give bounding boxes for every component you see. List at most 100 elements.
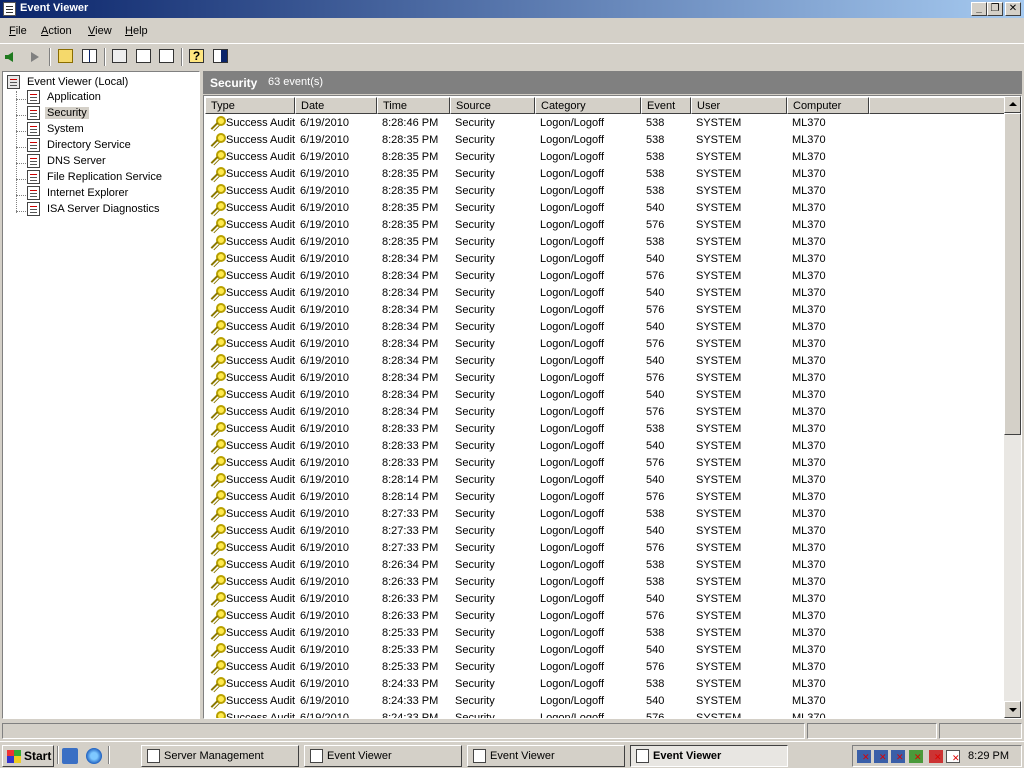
table-row[interactable]: Success Audit 6/19/2010 8:28:35 PM Security… <box>204 132 1006 149</box>
minimize-button[interactable]: _ <box>971 2 987 16</box>
table-row[interactable]: Success Audit 6/19/2010 8:26:33 PM Security… <box>204 591 1006 608</box>
scroll-thumb[interactable] <box>1004 113 1021 435</box>
table-row[interactable]: Success Audit 6/19/2010 8:27:33 PM Security… <box>204 506 1006 523</box>
menu-file[interactable]: File <box>9 25 27 37</box>
column-header-event[interactable]: Event <box>641 97 691 114</box>
table-row[interactable]: Success Audit 6/19/2010 8:28:34 PM Security… <box>204 387 1006 404</box>
taskbar-button-event-viewer-1[interactable]: Event Viewer <box>304 745 462 767</box>
table-row[interactable]: Success Audit 6/19/2010 8:28:14 PM Security… <box>204 489 1006 506</box>
cell-date: 6/19/2010 <box>300 661 349 673</box>
key-icon <box>209 405 226 420</box>
table-row[interactable]: Success Audit 6/19/2010 8:25:33 PM Security… <box>204 642 1006 659</box>
taskbar-button-event-viewer-active[interactable]: Event Viewer <box>630 745 788 767</box>
table-row[interactable]: Success Audit 6/19/2010 8:26:33 PM Security… <box>204 608 1006 625</box>
table-row[interactable]: Success Audit 6/19/2010 8:28:35 PM Security… <box>204 200 1006 217</box>
network-disconnected-icon[interactable] <box>891 750 905 763</box>
show-hide-action-pane-button[interactable] <box>211 47 231 67</box>
scroll-up-button[interactable] <box>1004 96 1021 113</box>
table-row[interactable]: Success Audit 6/19/2010 8:28:34 PM Security… <box>204 404 1006 421</box>
table-row[interactable]: Success Audit 6/19/2010 8:28:35 PM Security… <box>204 234 1006 251</box>
table-row[interactable]: Success Audit 6/19/2010 8:28:34 PM Security… <box>204 251 1006 268</box>
taskbar-button-server-management[interactable]: Server Management <box>141 745 299 767</box>
cell-time: 8:28:33 PM <box>382 440 439 452</box>
column-header-type[interactable]: Type <box>205 97 295 114</box>
column-header-time[interactable]: Time <box>377 97 450 114</box>
export-list-button[interactable] <box>157 47 177 67</box>
vertical-scrollbar[interactable] <box>1004 96 1021 718</box>
show-desktop-icon[interactable] <box>62 748 78 764</box>
table-row[interactable]: Success Audit 6/19/2010 8:28:34 PM Security… <box>204 285 1006 302</box>
cell-category: Logon/Logoff <box>540 355 605 367</box>
network-disconnected-icon[interactable] <box>857 750 871 763</box>
internet-explorer-icon[interactable] <box>86 748 102 764</box>
menu-action[interactable]: Action <box>41 25 72 37</box>
cell-category: Logon/Logoff <box>540 695 605 707</box>
up-one-level-button[interactable] <box>56 47 76 67</box>
column-header-source[interactable]: Source <box>450 97 535 114</box>
show-hide-tree-button[interactable] <box>80 47 100 67</box>
forward-button[interactable] <box>25 47 45 67</box>
table-row[interactable]: Success Audit 6/19/2010 8:27:33 PM Security… <box>204 523 1006 540</box>
restore-button[interactable]: ❐ <box>987 2 1003 16</box>
column-header-date[interactable]: Date <box>295 97 377 114</box>
table-row[interactable]: Success Audit 6/19/2010 8:28:34 PM Security… <box>204 336 1006 353</box>
table-row[interactable]: Success Audit 6/19/2010 8:28:34 PM Security… <box>204 370 1006 387</box>
table-row[interactable]: Success Audit 6/19/2010 8:28:33 PM Security… <box>204 421 1006 438</box>
table-row[interactable]: Success Audit 6/19/2010 8:27:33 PM Security… <box>204 540 1006 557</box>
clock[interactable]: 8:29 PM <box>968 750 1009 762</box>
column-header-user[interactable]: User <box>691 97 787 114</box>
table-row[interactable]: Success Audit 6/19/2010 8:28:33 PM Security… <box>204 455 1006 472</box>
tree-item-directory-service[interactable]: Directory Service <box>27 138 133 154</box>
tree-item-dns-server[interactable]: DNS Server <box>27 154 108 170</box>
table-row[interactable]: Success Audit 6/19/2010 8:26:33 PM Security… <box>204 574 1006 591</box>
network-disconnected-icon[interactable] <box>874 750 888 763</box>
table-row[interactable]: Success Audit 6/19/2010 8:28:35 PM Security… <box>204 166 1006 183</box>
refresh-button[interactable] <box>134 47 154 67</box>
help-button[interactable]: ? <box>187 47 207 67</box>
cell-type: Success Audit <box>226 423 296 435</box>
start-button[interactable]: Start <box>2 745 54 767</box>
taskbar-button-event-viewer-2[interactable]: Event Viewer <box>467 745 625 767</box>
tree-item-system[interactable]: System <box>27 122 86 138</box>
table-row[interactable]: Success Audit 6/19/2010 8:28:35 PM Security… <box>204 149 1006 166</box>
table-row[interactable]: Success Audit 6/19/2010 8:28:34 PM Security… <box>204 302 1006 319</box>
close-button[interactable]: ✕ <box>1005 2 1021 16</box>
volume-icon[interactable] <box>946 750 960 764</box>
column-header-computer[interactable]: Computer <box>787 97 869 114</box>
alert-icon[interactable] <box>929 750 943 763</box>
scroll-down-button[interactable] <box>1004 701 1021 718</box>
properties-button[interactable] <box>110 47 130 67</box>
cell-time: 8:28:34 PM <box>382 389 439 401</box>
tree-item-file-replication-service[interactable]: File Replication Service <box>27 170 164 186</box>
event-viewer-app-icon[interactable] <box>3 2 16 16</box>
table-row[interactable]: Success Audit 6/19/2010 8:28:35 PM Security… <box>204 217 1006 234</box>
table-row[interactable]: Success Audit 6/19/2010 8:24:33 PM Security… <box>204 676 1006 693</box>
back-button[interactable] <box>3 47 23 67</box>
table-row[interactable]: Success Audit 6/19/2010 8:28:35 PM Security… <box>204 183 1006 200</box>
table-row[interactable]: Success Audit 6/19/2010 8:28:34 PM Security… <box>204 353 1006 370</box>
tree-item-isa-server-diagnostics[interactable]: ISA Server Diagnostics <box>27 202 162 218</box>
column-header-category[interactable]: Category <box>535 97 641 114</box>
table-row[interactable]: Success Audit 6/19/2010 8:26:34 PM Security… <box>204 557 1006 574</box>
menu-help[interactable]: Help <box>125 25 148 37</box>
cell-event: 540 <box>646 389 665 401</box>
table-row[interactable]: Success Audit 6/19/2010 8:25:33 PM Security… <box>204 659 1006 676</box>
table-row[interactable]: Success Audit 6/19/2010 8:28:34 PM Security… <box>204 268 1006 285</box>
table-row[interactable]: Success Audit 6/19/2010 8:28:34 PM Security… <box>204 319 1006 336</box>
table-row[interactable]: Success Audit 6/19/2010 8:24:33 PM Security… <box>204 710 1006 718</box>
cell-category: Logon/Logoff <box>540 287 605 299</box>
tree-item-security[interactable]: Security <box>27 106 89 122</box>
event-log-icon <box>27 138 40 152</box>
tree-item-internet-explorer[interactable]: Internet Explorer <box>27 186 130 202</box>
table-row[interactable]: Success Audit 6/19/2010 8:25:33 PM Security… <box>204 625 1006 642</box>
menu-view[interactable]: View <box>88 25 112 37</box>
cell-event: 538 <box>646 508 665 520</box>
security-shield-icon[interactable] <box>909 750 923 763</box>
tree-root-event-viewer[interactable]: Event Viewer (Local) <box>7 75 130 91</box>
table-row[interactable]: Success Audit 6/19/2010 8:28:14 PM Security… <box>204 472 1006 489</box>
table-row[interactable]: Success Audit 6/19/2010 8:28:33 PM Security… <box>204 438 1006 455</box>
tree-item-application[interactable]: Application <box>27 90 103 106</box>
table-row[interactable]: Success Audit 6/19/2010 8:28:46 PM Security… <box>204 115 1006 132</box>
table-row[interactable]: Success Audit 6/19/2010 8:24:33 PM Security… <box>204 693 1006 710</box>
server-management-icon <box>147 749 160 763</box>
